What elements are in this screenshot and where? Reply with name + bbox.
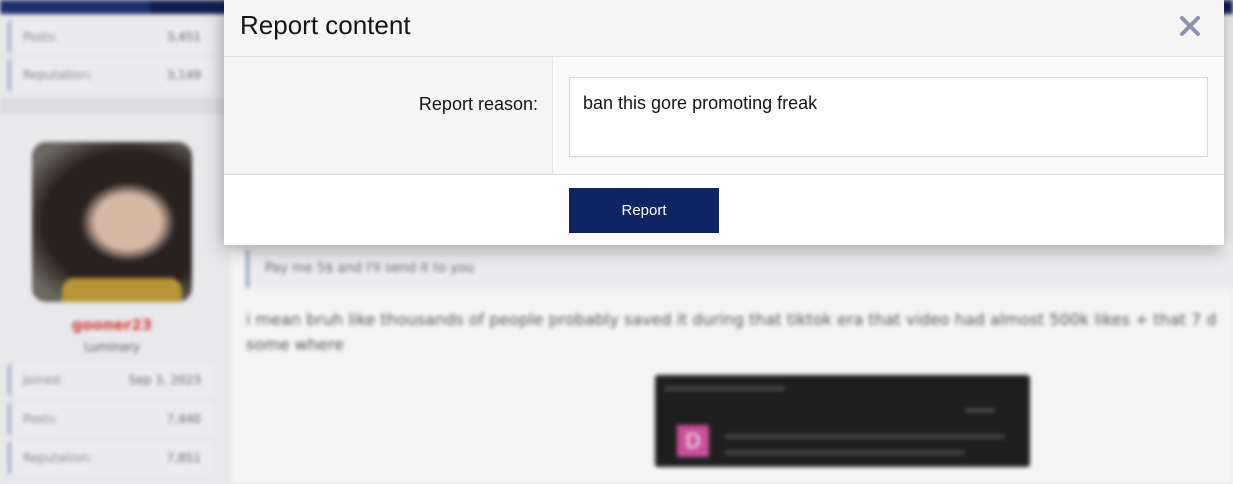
post-separator [0, 98, 230, 114]
dialog-title: Report content [240, 10, 411, 40]
stat-label: Reputation: [23, 68, 93, 82]
embedded-image[interactable]: D [655, 375, 1030, 467]
stat-value: 7,851 [166, 451, 201, 465]
stat-value: 3,451 [166, 30, 201, 44]
embed-text-line [725, 435, 1005, 438]
report-reason-row: Report reason: ban this gore promoting f… [224, 57, 1224, 175]
close-icon[interactable] [1178, 14, 1202, 38]
close-icon-glyph [1180, 16, 1200, 36]
stat-label: Posts: [23, 30, 59, 44]
embed-text-line [725, 451, 965, 454]
stat-label: Joined: [23, 373, 64, 387]
joined-stat: Joined: Sep 3, 2023 [8, 364, 213, 396]
posts-stat: Posts: 7,440 [8, 403, 213, 435]
embed-avatar-tile: D [677, 425, 709, 457]
post-body-line: some where [246, 335, 344, 354]
embed-text-line [665, 387, 785, 390]
quoted-message: Pay me 5$ and I'll send it to you [246, 250, 1233, 288]
report-reason-input-cell: ban this gore promoting freak [553, 57, 1224, 174]
stat-value: 7,440 [166, 412, 201, 426]
avatar-shirt [62, 278, 182, 302]
previous-user-reputation-stat: Reputation: 3,149 [8, 59, 213, 91]
report-reason-label-cell: Report reason: [224, 57, 553, 174]
report-button[interactable]: Report [569, 188, 719, 233]
stat-label: Posts: [23, 412, 59, 426]
embed-text-line [965, 409, 995, 412]
user-title: Luminary [83, 340, 141, 354]
post-body-line: i mean bruh like thousands of people pro… [246, 310, 1217, 329]
post-body: i mean bruh like thousands of people pro… [246, 307, 1233, 357]
stat-value: 3,149 [166, 68, 201, 82]
dialog-footer: Report [224, 175, 1224, 245]
reputation-stat: Reputation: 7,851 [8, 442, 213, 474]
report-content-dialog: Report content Report reason: ban this g… [224, 0, 1224, 245]
previous-user-posts-stat: Posts: 3,451 [8, 21, 213, 53]
report-reason-input[interactable]: ban this gore promoting freak [569, 77, 1208, 157]
stat-value: Sep 3, 2023 [128, 373, 201, 387]
dialog-header: Report content [224, 0, 1224, 57]
avatar[interactable] [32, 142, 192, 302]
stat-label: Reputation: [23, 451, 93, 465]
username-link[interactable]: gooner23 [0, 316, 224, 334]
report-reason-label: Report reason: [418, 94, 538, 114]
